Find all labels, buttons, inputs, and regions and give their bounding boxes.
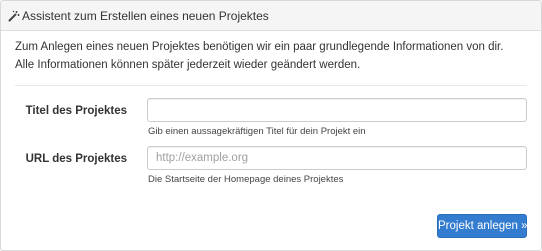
intro-note: Alle Informationen können später jederze… <box>15 59 361 71</box>
panel-title: Assistent zum Erstellen eines neuen Proj… <box>22 9 269 23</box>
divider <box>15 85 527 86</box>
project-url-input[interactable] <box>147 146 527 170</box>
title-field-label: Titel des Projektes <box>25 105 127 117</box>
panel-heading: Assistent zum Erstellen eines neuen Proj… <box>1 1 541 31</box>
url-help-text: Die Startseite der Homepage deines Proje… <box>148 174 344 185</box>
project-title-input[interactable] <box>147 98 527 122</box>
intro-text: Zum Anlegen eines neuen Projektes benöti… <box>15 41 504 53</box>
create-project-button[interactable]: Projekt anlegen » <box>437 214 528 238</box>
title-help-text: Gib einen aussagekräftigen Titel für dei… <box>148 126 366 137</box>
magic-wand-icon <box>8 10 20 22</box>
url-field-label: URL des Projektes <box>25 153 127 165</box>
wizard-panel: Assistent zum Erstellen eines neuen Proj… <box>0 0 542 251</box>
